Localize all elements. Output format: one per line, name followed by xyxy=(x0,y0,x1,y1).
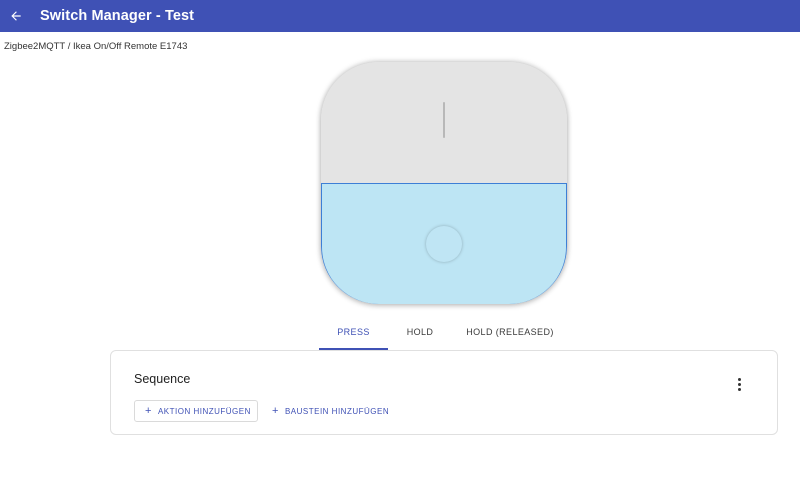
add-action-button[interactable]: + AKTION HINZUFÜGEN xyxy=(134,400,258,422)
add-block-button[interactable]: + BAUSTEIN HINZUFÜGEN xyxy=(269,400,389,422)
remote-bottom-button[interactable] xyxy=(321,183,567,304)
action-tabs: PRESS HOLD HOLD (RELEASED) xyxy=(319,318,568,350)
tab-hold-released[interactable]: HOLD (RELEASED) xyxy=(452,318,568,350)
plus-icon: + xyxy=(145,404,152,417)
remote-image xyxy=(321,62,567,304)
remote-top-button[interactable] xyxy=(321,62,567,183)
tab-hold[interactable]: HOLD xyxy=(388,318,452,350)
on-indicator-icon xyxy=(443,102,445,138)
breadcrumb: Zigbee2MQTT / Ikea On/Off Remote E1743 xyxy=(4,41,188,52)
plus-icon: + xyxy=(272,404,279,417)
arrow-left-icon xyxy=(11,11,21,21)
add-block-label: BAUSTEIN HINZUFÜGEN xyxy=(284,406,390,416)
sequence-title: Sequence xyxy=(134,372,191,386)
off-indicator-icon xyxy=(426,226,462,262)
sequence-card: Sequence + AKTION HINZUFÜGEN + BAUSTEIN … xyxy=(110,350,778,435)
add-action-label: AKTION HINZUFÜGEN xyxy=(157,406,251,416)
back-button[interactable] xyxy=(4,4,28,28)
more-vert-icon[interactable] xyxy=(731,375,747,393)
page-title: Switch Manager - Test xyxy=(40,8,195,24)
app-header: Switch Manager - Test xyxy=(0,0,800,32)
tab-press[interactable]: PRESS xyxy=(319,318,388,350)
